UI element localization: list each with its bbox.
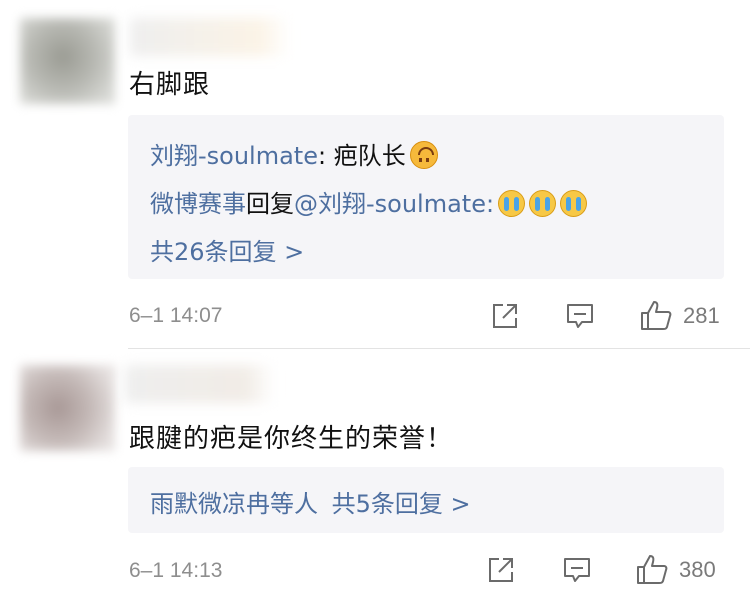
like-count: 281: [683, 303, 720, 328]
reply-author-link[interactable]: 刘翔-soulmate: [150, 142, 318, 170]
reply-colon: :: [486, 190, 495, 218]
reply-verb: 回复: [246, 190, 294, 218]
share-icon[interactable]: [486, 555, 516, 585]
username[interactable]: [130, 18, 290, 56]
comment-timestamp: 6–1 14:07: [129, 304, 223, 327]
comment-item: 跟腱的疤是你终生的荣誉！ 雨默微凉冉等人 共5条回复 > 6–1 14:13 3…: [0, 349, 750, 601]
reply-box[interactable]: 刘翔-soulmate: 疤队长 微博赛事回复@刘翔-soulmate: 共26…: [128, 115, 724, 279]
more-replies-link[interactable]: 共5条回复 >: [332, 490, 471, 518]
reply-line: 刘翔-soulmate: 疤队长: [150, 136, 438, 171]
comment-item: 右脚跟 刘翔-soulmate: 疤队长 微博赛事回复@刘翔-soulmate:…: [0, 0, 750, 348]
thumbs-up-icon[interactable]: [635, 553, 669, 586]
reply-text: : 疤队长: [318, 142, 406, 170]
crying-face-icon: [529, 190, 557, 217]
comment-text: 跟腱的疤是你终生的荣誉！: [129, 424, 454, 454]
more-replies-link[interactable]: 共26条回复 >: [150, 232, 304, 267]
share-icon[interactable]: [490, 301, 520, 331]
comment-timestamp: 6–1 14:13: [129, 559, 223, 582]
avatar[interactable]: [20, 18, 115, 104]
like-count: 380: [679, 557, 716, 582]
reply-line: 雨默微凉冉等人 共5条回复 >: [150, 484, 471, 519]
upside-down-face-icon: [409, 141, 438, 169]
avatar[interactable]: [20, 365, 115, 451]
reply-users-link[interactable]: 雨默微凉冉等人: [150, 490, 318, 518]
reply-box[interactable]: 雨默微凉冉等人 共5条回复 >: [128, 467, 724, 533]
thumbs-up-icon[interactable]: [639, 299, 673, 332]
comment-icon[interactable]: [562, 555, 592, 585]
crying-face-icon: [498, 190, 526, 217]
username[interactable]: [125, 365, 275, 403]
reply-author-link[interactable]: 微博赛事: [150, 190, 246, 218]
reply-line: 微博赛事回复@刘翔-soulmate:: [150, 184, 588, 219]
comment-text: 右脚跟: [129, 70, 211, 100]
comment-icon[interactable]: [565, 301, 595, 331]
crying-face-icon: [560, 190, 588, 217]
mention-link[interactable]: @刘翔-soulmate: [294, 190, 486, 218]
